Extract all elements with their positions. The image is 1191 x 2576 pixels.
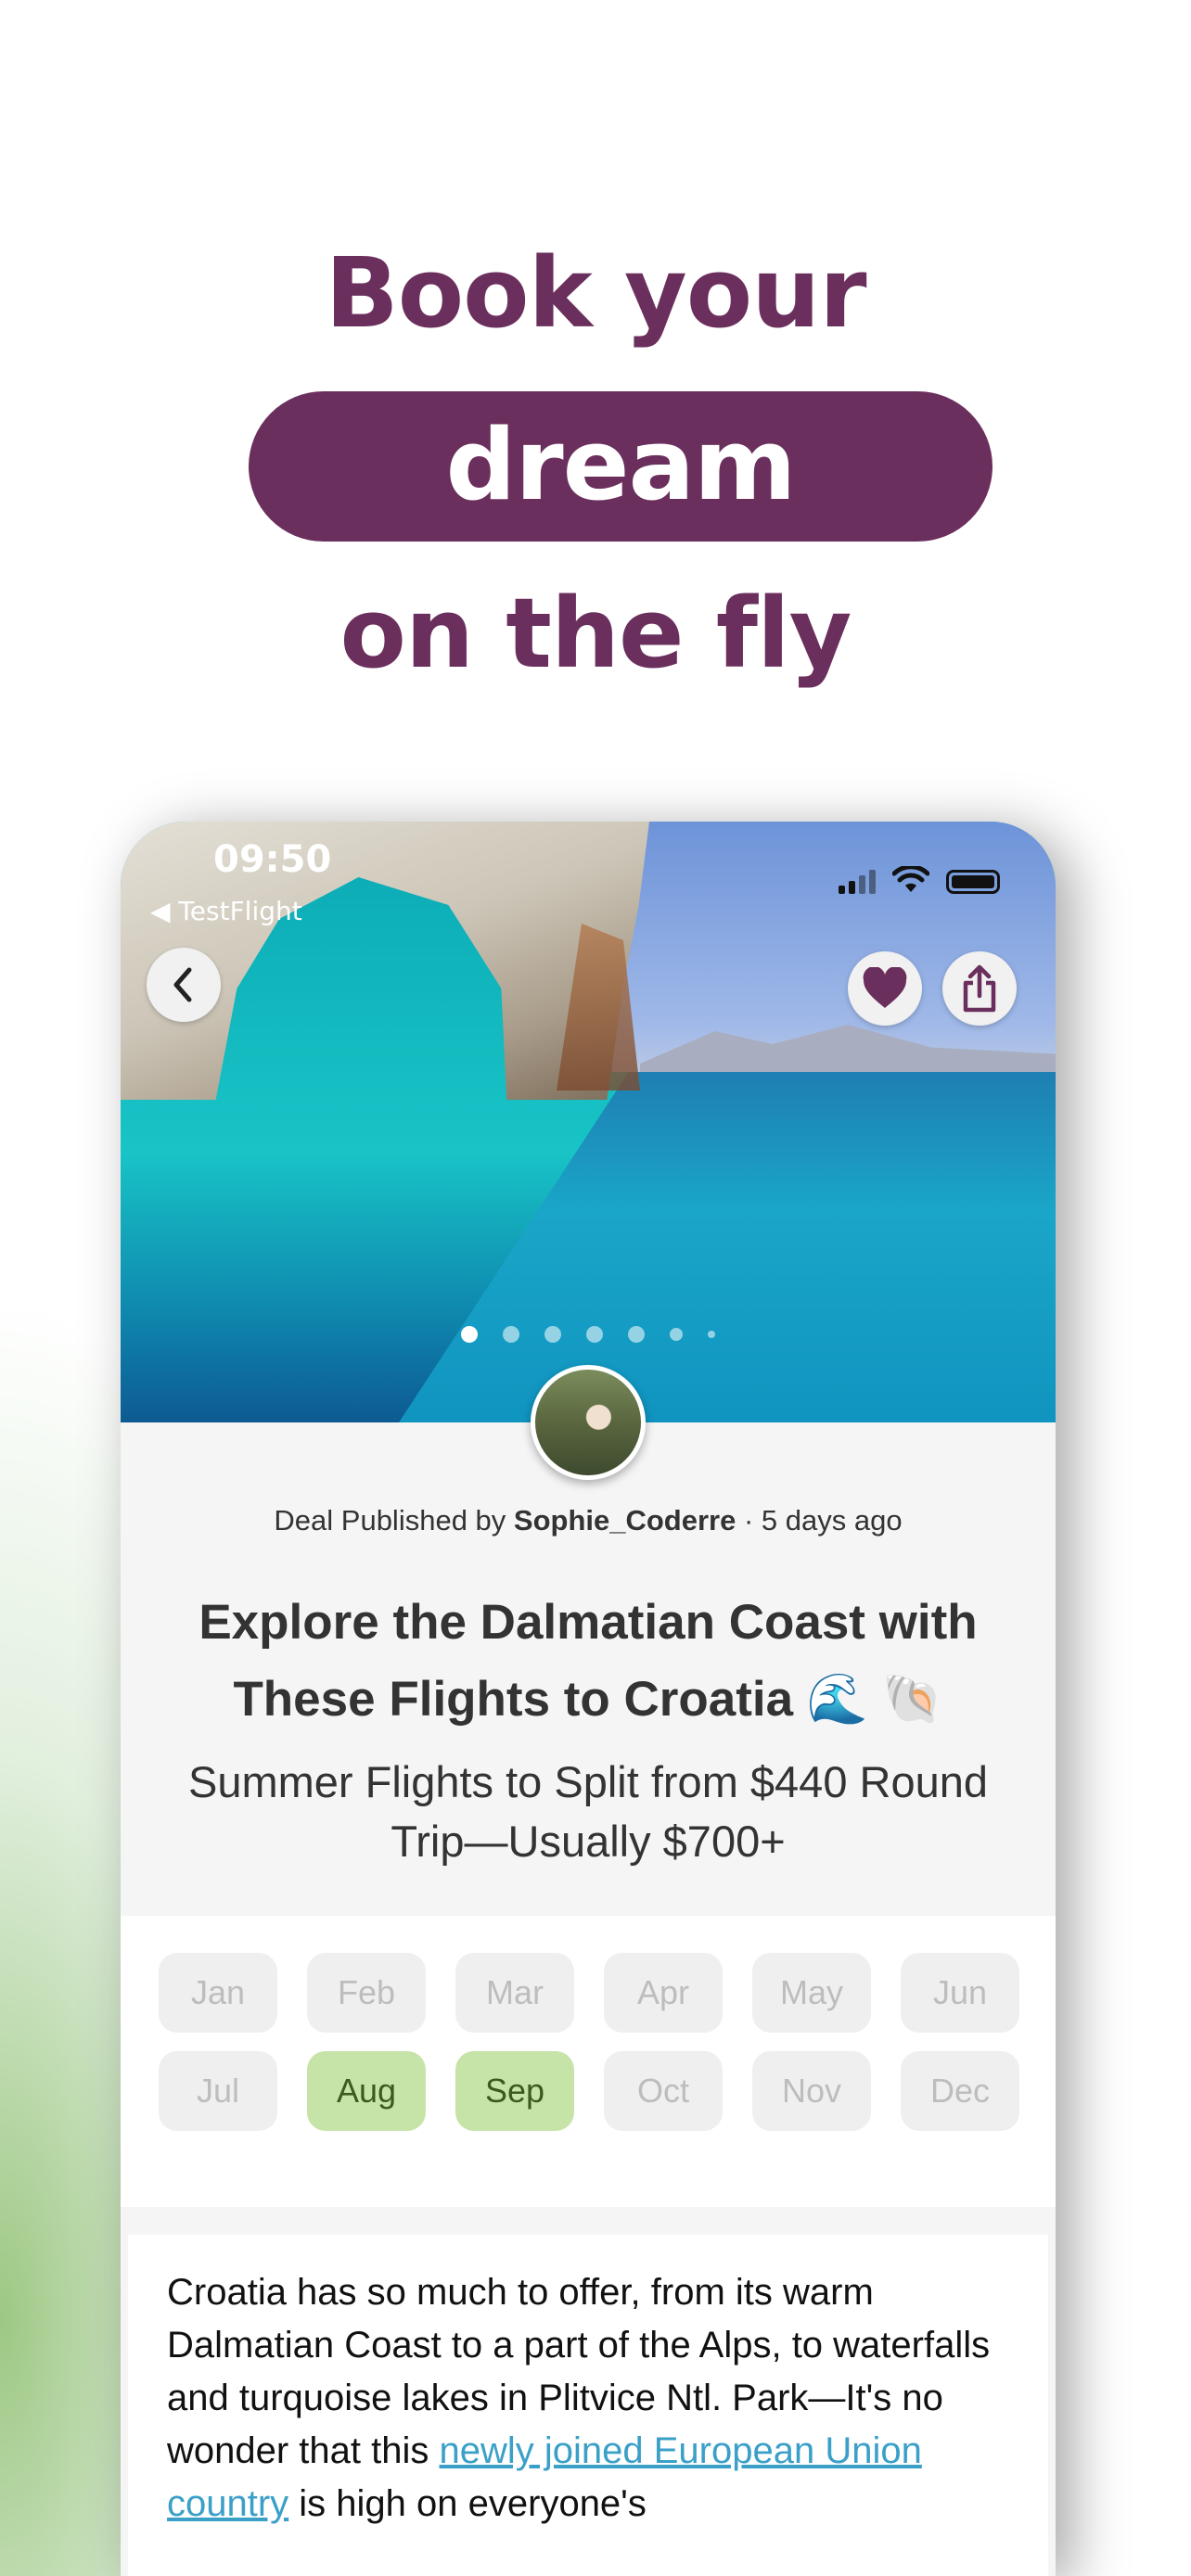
- carousel-dots[interactable]: [121, 1326, 1056, 1343]
- author-avatar[interactable]: [531, 1365, 646, 1480]
- month-mar: Mar: [455, 1953, 574, 2033]
- headline-line-3: on the fly: [339, 577, 852, 690]
- deal-subtitle: Summer Flights to Split from $440 Round …: [187, 1757, 989, 1866]
- month-feb: Feb: [307, 1953, 426, 2033]
- status-icons: [839, 866, 1000, 894]
- month-jan: Jan: [159, 1953, 277, 2033]
- carousel-dot[interactable]: [628, 1326, 645, 1343]
- share-icon: [963, 964, 996, 1013]
- deal-title: Explore the Dalmatian Coast with These F…: [198, 1595, 978, 1727]
- month-oct: Oct: [604, 2051, 723, 2131]
- month-apr: Apr: [604, 1953, 723, 2033]
- month-may: May: [752, 1953, 871, 2033]
- carousel-dot[interactable]: [544, 1326, 561, 1343]
- month-jun: Jun: [901, 1953, 1019, 2033]
- favorite-button[interactable]: [848, 951, 922, 1026]
- battery-icon: [946, 870, 1000, 894]
- cellular-signal-icon: [839, 870, 876, 894]
- carousel-dot[interactable]: [586, 1326, 603, 1343]
- status-back-to-app[interactable]: ◀ TestFlight: [150, 896, 302, 926]
- month-nov: Nov: [752, 2051, 871, 2131]
- carousel-dot[interactable]: [670, 1328, 683, 1341]
- description-text-continued: is high on everyone's: [288, 2483, 647, 2524]
- share-button[interactable]: [942, 951, 1017, 1026]
- carousel-dot[interactable]: [503, 1326, 519, 1343]
- headline-highlight-pill: dream vacation: [249, 391, 992, 670]
- deal-description: Croatia has so much to offer, from its w…: [167, 2266, 1020, 2531]
- back-button[interactable]: [147, 948, 221, 1022]
- status-time: 09:50: [213, 838, 332, 881]
- carousel-dot[interactable]: [461, 1326, 478, 1343]
- author-name[interactable]: Sophie_Coderre: [514, 1504, 736, 1537]
- chevron-left-icon: [173, 967, 192, 1002]
- month-dec: Dec: [901, 2051, 1019, 2131]
- published-prefix: Deal Published by: [274, 1504, 514, 1537]
- deal-description-card: Croatia has so much to offer, from its w…: [128, 2235, 1048, 2576]
- month-sep: Sep: [455, 2051, 574, 2131]
- month-jul: Jul: [159, 2051, 277, 2131]
- hero-deep-water: [399, 1072, 1056, 1422]
- published-line: Deal Published by Sophie_Coderre · 5 day…: [121, 1504, 1056, 1537]
- hero-image[interactable]: 09:50 ◀ TestFlight: [121, 822, 1056, 1422]
- wifi-icon: [892, 866, 929, 892]
- headline-line-1: Book your: [325, 236, 866, 350]
- heart-icon: [863, 967, 907, 1008]
- phone-screen: 09:50 ◀ TestFlight Deal Published by Sop…: [121, 822, 1056, 2576]
- month-aug: Aug: [307, 2051, 426, 2131]
- carousel-dot[interactable]: [708, 1331, 715, 1338]
- published-age: · 5 days ago: [736, 1504, 903, 1537]
- travel-months: Jan Feb Mar Apr May Jun Jul Aug Sep Oct …: [121, 1916, 1056, 2207]
